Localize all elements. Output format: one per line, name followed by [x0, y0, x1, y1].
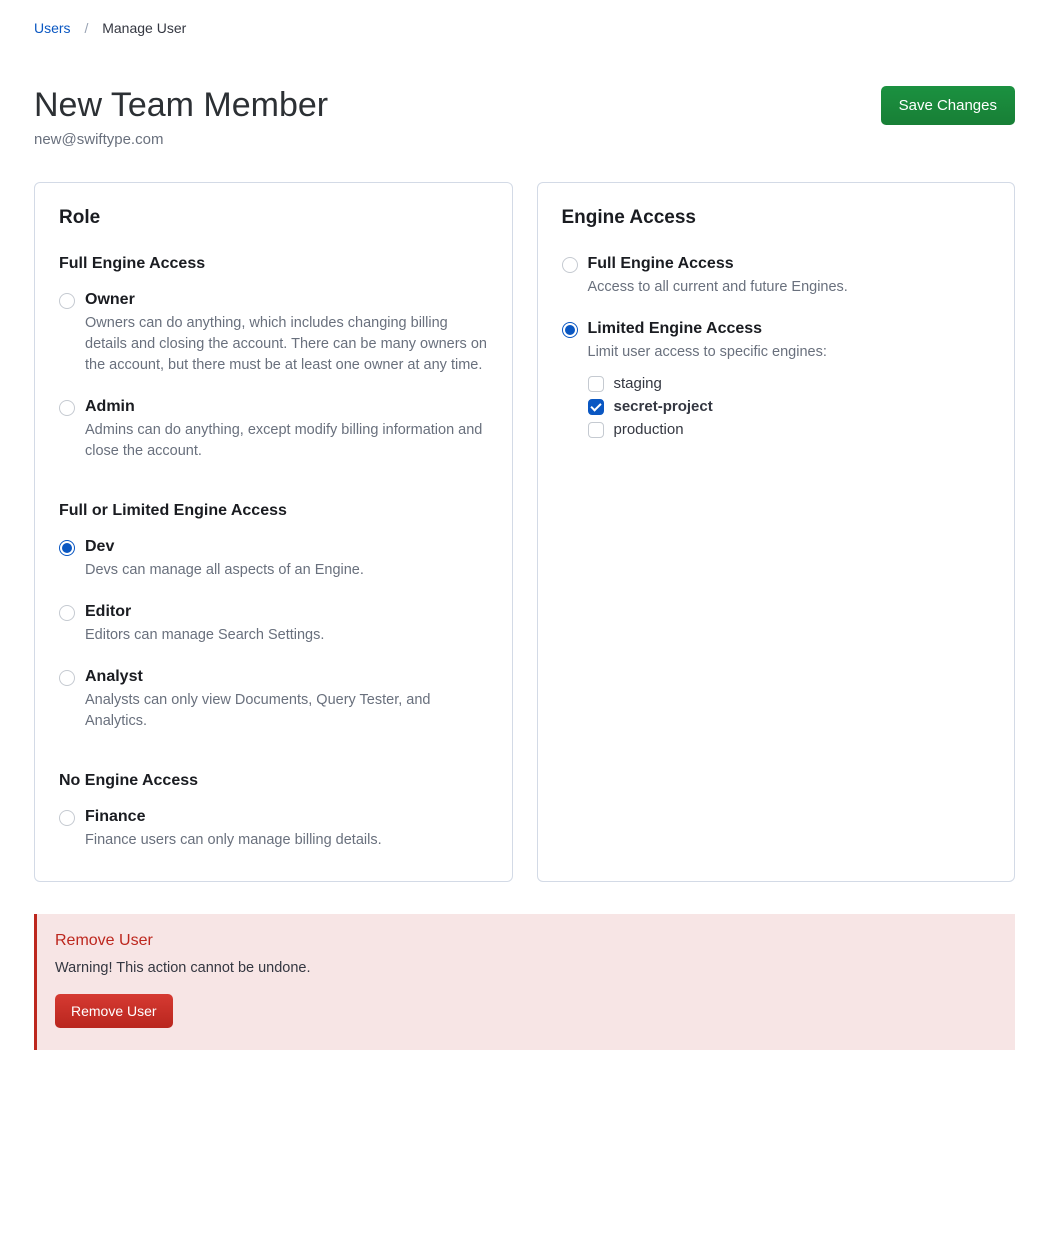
role-radio-finance[interactable] — [59, 810, 75, 826]
engine-check-secret-project[interactable]: secret-project — [588, 398, 991, 415]
page-subtitle: new@swiftype.com — [34, 131, 328, 148]
save-button[interactable]: Save Changes — [881, 86, 1015, 125]
role-label-owner[interactable]: Owner — [85, 291, 488, 309]
access-desc-full: Access to all current and future Engines… — [588, 277, 991, 298]
role-group-full-heading: Full Engine Access — [59, 255, 488, 273]
access-radio-full[interactable] — [562, 257, 578, 273]
role-radio-admin[interactable] — [59, 400, 75, 416]
checkbox-icon[interactable] — [588, 376, 604, 392]
checkbox-icon[interactable] — [588, 399, 604, 415]
role-panel-title: Role — [59, 207, 488, 229]
role-radio-editor[interactable] — [59, 605, 75, 621]
breadcrumb-current: Manage User — [102, 20, 186, 36]
role-label-dev[interactable]: Dev — [85, 538, 488, 556]
access-label-full[interactable]: Full Engine Access — [588, 255, 991, 273]
role-label-admin[interactable]: Admin — [85, 398, 488, 416]
role-label-analyst[interactable]: Analyst — [85, 668, 488, 686]
role-radio-dev[interactable] — [59, 540, 75, 556]
engine-check-staging[interactable]: staging — [588, 375, 991, 392]
role-desc-admin: Admins can do anything, except modify bi… — [85, 420, 488, 462]
engine-access-panel: Engine Access Full Engine Access Access … — [537, 182, 1016, 882]
engine-label: staging — [614, 375, 662, 392]
role-panel: Role Full Engine Access Owner Owners can… — [34, 182, 513, 882]
engine-label: production — [614, 421, 684, 438]
role-radio-analyst[interactable] — [59, 670, 75, 686]
page-title: New Team Member — [34, 86, 328, 125]
role-desc-dev: Devs can manage all aspects of an Engine… — [85, 560, 488, 581]
access-label-limited[interactable]: Limited Engine Access — [588, 320, 991, 338]
breadcrumb-separator: / — [84, 20, 88, 36]
breadcrumb-parent-link[interactable]: Users — [34, 20, 71, 36]
role-desc-owner: Owners can do anything, which includes c… — [85, 313, 488, 376]
remove-user-button[interactable]: Remove User — [55, 994, 173, 1028]
role-desc-finance: Finance users can only manage billing de… — [85, 830, 488, 851]
engine-access-title: Engine Access — [562, 207, 991, 229]
role-label-finance[interactable]: Finance — [85, 808, 488, 826]
danger-zone: Remove User Warning! This action cannot … — [34, 914, 1015, 1050]
checkbox-icon[interactable] — [588, 422, 604, 438]
role-desc-analyst: Analysts can only view Documents, Query … — [85, 690, 488, 732]
role-desc-editor: Editors can manage Search Settings. — [85, 625, 488, 646]
engine-label: secret-project — [614, 398, 713, 415]
role-radio-owner[interactable] — [59, 293, 75, 309]
engine-check-production[interactable]: production — [588, 421, 991, 438]
role-group-limited-heading: Full or Limited Engine Access — [59, 502, 488, 520]
access-desc-limited: Limit user access to specific engines: — [588, 342, 991, 363]
breadcrumb: Users / Manage User — [34, 20, 1015, 36]
danger-warning: Warning! This action cannot be undone. — [55, 960, 997, 976]
access-radio-limited[interactable] — [562, 322, 578, 338]
danger-title: Remove User — [55, 932, 997, 950]
role-label-editor[interactable]: Editor — [85, 603, 488, 621]
role-group-none-heading: No Engine Access — [59, 772, 488, 790]
